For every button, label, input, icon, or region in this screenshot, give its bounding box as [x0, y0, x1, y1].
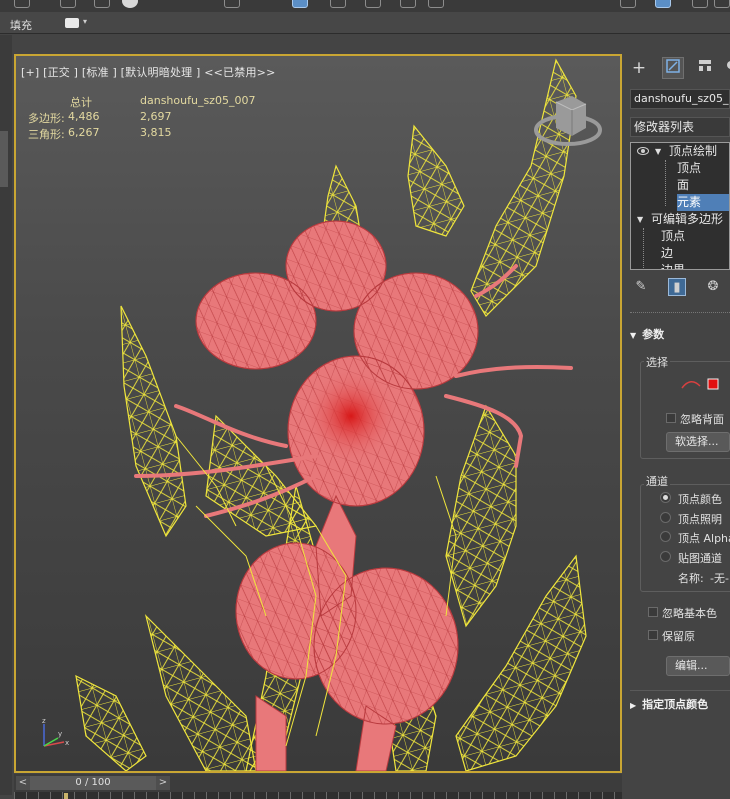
current-frame-marker	[64, 793, 68, 799]
toolbar-tool-icon[interactable]	[14, 0, 30, 8]
toolbar-tool-icon[interactable]	[428, 0, 444, 8]
main-toolbar	[0, 0, 730, 12]
toolbar-tool-icon[interactable]	[94, 0, 110, 8]
stack-item-vp-vertex[interactable]: 顶点	[677, 160, 701, 177]
channel-vertex-color-label: 顶点颜色	[678, 493, 722, 506]
make-unique-icon[interactable]: ❂	[704, 278, 722, 296]
channel-vertex-illumination-label: 顶点照明	[678, 513, 722, 526]
stats-total-header: 总计	[70, 96, 92, 109]
stack-item-ep-edge[interactable]: 边	[661, 245, 673, 262]
radio-map-channel[interactable]	[660, 551, 671, 562]
stats-polygons-object: 2,697	[140, 110, 172, 123]
expand-triangle-icon[interactable]: ▼	[655, 147, 661, 156]
svg-text:x: x	[65, 739, 69, 747]
stack-item-vp-face[interactable]: 面	[677, 177, 689, 194]
chevron-down-icon: ▼	[630, 331, 637, 340]
fill-label: 填充	[10, 19, 32, 32]
toolbar-tool-icon[interactable]	[224, 0, 240, 8]
model-render[interactable]	[16, 56, 620, 771]
toolbar-tool-icon[interactable]	[620, 0, 636, 8]
channel-name-value: -无-	[710, 572, 729, 585]
track-bar[interactable]	[14, 792, 622, 799]
stats-triangles-total: 6,267	[68, 126, 100, 139]
stack-item-ep-border[interactable]: 边界	[661, 262, 685, 269]
radio-vertex-illumination[interactable]	[660, 512, 671, 523]
time-prev-button[interactable]: <	[16, 776, 30, 790]
time-slider[interactable]: < 0 / 100 >	[14, 774, 622, 792]
channel-map-channel-label: 贴图通道	[678, 552, 722, 565]
tree-line	[643, 228, 644, 269]
toolbar-active-tool-icon[interactable]	[292, 0, 308, 8]
rollout-divider	[630, 690, 730, 691]
expand-triangle-icon[interactable]: ▼	[637, 215, 643, 224]
modifier-stack[interactable]: ▼ 顶点绘制 顶点 面 元素 ▼ 可编辑多边形 顶点 边 边界	[630, 142, 730, 270]
show-end-result-icon[interactable]: ▮	[668, 278, 686, 296]
time-next-button[interactable]: >	[156, 776, 170, 790]
stack-item-vertex-paint[interactable]: 顶点绘制	[669, 143, 717, 160]
stack-item-editable-poly[interactable]: 可编辑多边形	[651, 211, 723, 228]
soft-selection-button[interactable]: 软选择...	[666, 432, 730, 452]
modify-icon[interactable]	[662, 57, 684, 79]
selection-group-label: 选择	[644, 354, 670, 370]
collapsed-panel-tab[interactable]	[0, 131, 8, 187]
stack-toolbar: ✎ ▮ ❂	[624, 276, 730, 300]
viewcube-icon[interactable]	[528, 90, 608, 160]
modifier-list-dropdown[interactable]: 修改器列表	[630, 117, 730, 137]
preserve-existing-label: 保留原	[662, 630, 695, 643]
pin-stack-icon[interactable]: ✎	[632, 278, 650, 296]
stats-object-header: danshoufu_sz05_007	[140, 94, 256, 107]
channel-name-label: 名称:	[678, 572, 704, 585]
fill-dropdown[interactable]: ▾	[65, 17, 89, 29]
command-panel-tabs: +	[624, 54, 730, 82]
radio-vertex-alpha[interactable]	[660, 531, 671, 542]
command-panel: + danshoufu_sz05_007 修改器列表 ▼ 顶点绘制 顶点 面 元…	[624, 54, 730, 799]
ignore-backface-label: 忽略背面	[680, 413, 724, 426]
svg-text:z: z	[42, 717, 46, 725]
edit-button[interactable]: 编辑...	[666, 656, 730, 676]
stats-polygons-total: 4,486	[68, 110, 100, 123]
toolbar-tool-icon[interactable]	[692, 0, 708, 8]
left-edge-strip	[0, 35, 12, 795]
ignore-base-color-checkbox[interactable]	[648, 607, 658, 617]
preserve-existing-checkbox[interactable]	[648, 630, 658, 640]
viewport-orthographic[interactable]: z x y [+] [正交 ] [标准 ] [默认明暗处理 ] <<已禁用>> …	[14, 54, 622, 773]
assign-color-rollout-header[interactable]: ▶ 指定顶点颜色	[630, 696, 730, 714]
chevron-right-icon: ▶	[630, 701, 637, 710]
svg-text:y: y	[58, 730, 62, 738]
dropdown-box-icon	[65, 18, 79, 28]
object-name-field[interactable]: danshoufu_sz05_007	[630, 89, 730, 109]
channel-vertex-alpha-label: 顶点 Alpha	[678, 532, 730, 545]
ribbon-bar: 填充 ▾	[0, 12, 730, 34]
toolbar-tool-icon[interactable]	[400, 0, 416, 8]
radio-vertex-color[interactable]	[660, 492, 671, 503]
params-rollout-title: 参数	[642, 328, 665, 341]
toolbar-tool-icon[interactable]	[330, 0, 346, 8]
tree-line	[665, 160, 666, 206]
chevron-down-icon: ▾	[83, 17, 88, 26]
stack-item-ep-vertex[interactable]: 顶点	[661, 228, 685, 245]
stats-triangles-object: 3,815	[140, 126, 172, 139]
time-slider-thumb[interactable]: 0 / 100	[30, 776, 156, 790]
toolbar-tool-icon[interactable]	[365, 0, 381, 8]
viewport-label[interactable]: [+] [正交 ] [标准 ] [默认明暗处理 ] <<已禁用>>	[21, 64, 276, 80]
create-icon[interactable]: +	[628, 57, 650, 79]
toolbar-tool-icon[interactable]	[122, 0, 138, 8]
axis-tripod-icon: z x y	[42, 717, 69, 747]
toolbar-tool-icon[interactable]	[714, 0, 730, 8]
panel-divider	[630, 312, 730, 315]
paint-selection-icon[interactable]	[680, 376, 720, 392]
eye-icon[interactable]	[637, 147, 649, 155]
params-rollout-header[interactable]: ▼ 参数	[630, 326, 730, 344]
toolbar-active-tool-icon[interactable]	[655, 0, 671, 8]
ignore-base-color-label: 忽略基本色	[662, 607, 717, 620]
hierarchy-icon[interactable]	[694, 57, 716, 79]
ignore-backface-checkbox[interactable]	[666, 413, 676, 423]
toolbar-tool-icon[interactable]	[60, 0, 76, 8]
assign-color-rollout-title: 指定顶点颜色	[642, 698, 709, 711]
stack-item-vp-element[interactable]: 元素	[677, 194, 729, 211]
motion-icon[interactable]	[722, 57, 730, 79]
channel-group-label: 通道	[644, 473, 670, 489]
